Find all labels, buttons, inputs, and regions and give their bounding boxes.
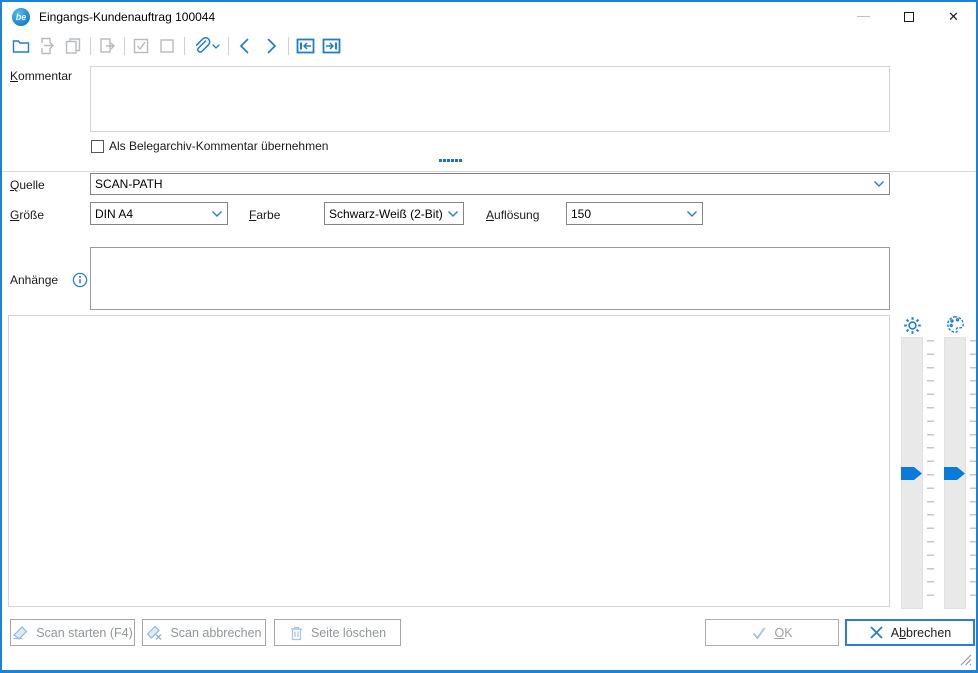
fit-to-right-edge-icon[interactable] [320, 35, 342, 57]
attachments-label: Anhänge [10, 273, 58, 287]
attachment-icon[interactable] [190, 35, 222, 57]
export-document-icon [36, 35, 58, 57]
checkbox-unchecked-icon [156, 35, 178, 57]
splitter-handle[interactable] [439, 159, 462, 162]
ok-label: OK [774, 626, 792, 640]
source-value: SCAN-PATH [95, 177, 870, 191]
toolbar-separator [228, 37, 229, 55]
previous-page-icon[interactable] [234, 35, 256, 57]
delete-page-label: Seite löschen [311, 626, 386, 640]
size-value: DIN A4 [95, 207, 208, 221]
source-label: Quelle [10, 178, 45, 192]
contrast-slider-ticks [970, 340, 977, 608]
scan-new-page-icon [96, 35, 118, 57]
resolution-value: 150 [571, 207, 683, 221]
scan-preview-area[interactable] [8, 315, 890, 607]
minimize-button[interactable]: — [841, 2, 886, 32]
archive-comment-checkbox[interactable] [91, 140, 104, 153]
scan-start-label: Scan starten (F4) [36, 626, 133, 640]
toolbar-separator [184, 37, 185, 55]
size-dropdown[interactable]: DIN A4 [90, 202, 228, 225]
chevron-down-icon [447, 210, 459, 218]
x-icon [869, 625, 884, 640]
fit-to-left-edge-icon[interactable] [294, 35, 316, 57]
close-icon: ✕ [948, 9, 959, 25]
cancel-label: Abbrechen [891, 626, 951, 640]
scan-start-button[interactable]: Scan starten (F4) [10, 619, 135, 646]
close-button[interactable]: ✕ [931, 2, 976, 32]
palette-icon [946, 315, 965, 334]
scanner-cancel-icon [146, 625, 163, 641]
resolution-label: Auflösung [486, 208, 539, 222]
window-title: Eingangs-Kundenauftrag 100044 [39, 10, 215, 24]
size-label: Größe [10, 208, 44, 222]
horizontal-separator [2, 171, 976, 172]
maximize-icon [904, 12, 914, 22]
archive-comment-checkbox-label: Als Belegarchiv-Kommentar übernehmen [109, 139, 328, 153]
source-dropdown[interactable]: SCAN-PATH [90, 173, 890, 195]
scanner-icon [12, 625, 29, 641]
scan-cancel-button[interactable]: Scan abbrechen [142, 619, 266, 646]
info-icon[interactable] [72, 272, 88, 288]
resolution-dropdown[interactable]: 150 [566, 202, 703, 225]
app-logo-icon: be [12, 8, 30, 26]
archive-comment-checkbox-row[interactable]: Als Belegarchiv-Kommentar übernehmen [91, 139, 328, 153]
copy-document-icon [62, 35, 84, 57]
maximize-button[interactable] [886, 2, 931, 32]
sun-icon [903, 316, 922, 335]
toolbar-separator [124, 37, 125, 55]
chevron-down-icon [873, 180, 885, 188]
cancel-button[interactable]: Abbrechen [845, 619, 975, 646]
comment-input[interactable] [90, 66, 890, 132]
delete-page-button[interactable]: Seite löschen [274, 619, 401, 646]
toolbar [2, 32, 976, 60]
toolbar-separator [288, 37, 289, 55]
color-label: Farbe [249, 208, 280, 222]
brightness-slider-ticks [927, 340, 934, 608]
toolbar-separator [90, 37, 91, 55]
resize-grip[interactable] [958, 652, 972, 666]
comment-label: Kommentar [10, 69, 72, 83]
next-page-icon[interactable] [260, 35, 282, 57]
title-bar: be Eingangs-Kundenauftrag 100044 — ✕ [2, 2, 976, 32]
trash-icon [289, 625, 304, 641]
color-dropdown[interactable]: Schwarz-Weiß (2-Bit) [324, 202, 464, 225]
attachments-list[interactable] [90, 247, 890, 310]
scan-cancel-label: Scan abbrechen [170, 626, 261, 640]
open-folder-icon[interactable] [10, 35, 32, 57]
dialog-window: be Eingangs-Kundenauftrag 100044 — ✕ [0, 0, 978, 673]
color-value: Schwarz-Weiß (2-Bit) [329, 207, 444, 221]
minimize-icon: — [857, 8, 870, 23]
checkbox-checked-icon [130, 35, 152, 57]
chevron-down-icon [686, 210, 698, 218]
check-icon [751, 626, 767, 640]
chevron-down-icon [211, 210, 223, 218]
ok-button[interactable]: OK [705, 619, 839, 646]
